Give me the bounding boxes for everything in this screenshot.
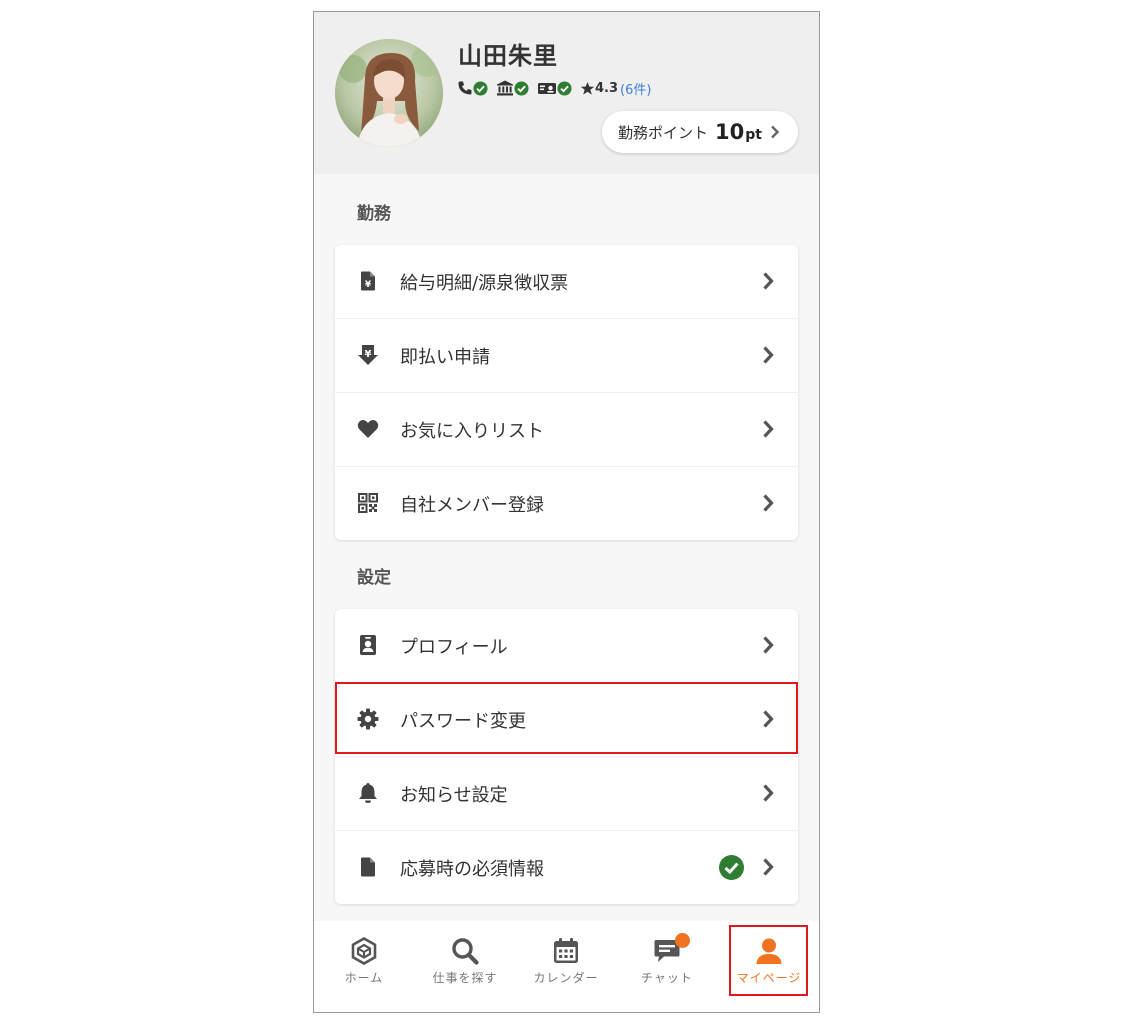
check-circle-icon [514,80,529,96]
chevron-right-icon [762,783,774,807]
tab-my-page[interactable]: マイページ [719,921,819,1012]
points-value: 10 [715,120,745,144]
points-unit: pt [745,126,762,143]
phone-verified-badge [457,80,488,96]
id-card-icon [538,83,556,94]
menu-item-payslip[interactable]: ¥ 給与明細/源泉徴収票 [335,245,798,319]
menu-item-instant-pay[interactable]: ¥ 即払い申請 [335,319,798,393]
verification-badges: 4.3 (6件) [457,78,651,98]
review-count-link[interactable]: (6件) [620,79,651,98]
id-badge-icon [356,633,380,657]
phone-icon [458,81,472,95]
tab-label: ホーム [344,971,384,985]
phone-screen: 山田朱里 4.3 (6件) 勤務ポイント 10 pt 勤務 ¥ 給与明細/源泉徴… [313,11,820,1013]
id-verified-badge [537,80,572,96]
star-icon [580,81,595,95]
menu-item-label: 給与明細/源泉徴収票 [400,272,569,294]
bank-verified-badge [496,80,529,96]
points-label: 勤務ポイント [618,123,709,142]
check-circle-icon [473,80,488,96]
heart-icon [356,417,380,441]
qr-code-icon [356,491,380,515]
settings-menu-card: プロフィール パスワード変更 お知らせ設定 応募時の必須情報 [335,609,798,904]
avatar[interactable] [335,39,443,147]
menu-item-label: 応募時の必須情報 [400,858,544,880]
tab-find-jobs[interactable]: 仕事を探す [415,921,515,1012]
work-menu-card: ¥ 給与明細/源泉徴収票 ¥ 即払い申請 お気に入りリスト 自社メンバー登録 [335,245,798,540]
file-icon [356,855,380,879]
tab-label: マイページ [736,971,802,985]
menu-item-label: お知らせ設定 [400,784,508,806]
tab-label: 仕事を探す [432,971,498,985]
check-circle-icon [719,855,744,884]
rating: 4.3 (6件) [580,79,651,98]
chevron-right-icon [762,345,774,369]
bank-icon [497,80,513,96]
section-title-work: 勤務 [357,204,391,224]
chevron-right-icon [762,709,774,733]
chevron-right-icon [762,419,774,443]
section-title-settings: 設定 [357,568,391,588]
search-icon [451,937,479,969]
chevron-right-icon [762,857,774,881]
home-hexagon-icon [351,937,377,969]
tab-label: チャット [641,971,693,985]
work-points-button[interactable]: 勤務ポイント 10 pt [602,111,798,153]
yen-document-icon: ¥ [356,269,380,293]
menu-item-label: 自社メンバー登録 [400,494,544,516]
chevron-right-icon [762,271,774,295]
yen-download-icon: ¥ [356,343,380,367]
chat-notification-badge [675,933,690,948]
tab-home[interactable]: ホーム [314,921,414,1012]
menu-item-label: お気に入りリスト [400,420,544,442]
menu-item-required-info[interactable]: 応募時の必須情報 [335,831,798,904]
menu-item-change-password[interactable]: パスワード変更 [335,683,798,757]
rating-value: 4.3 [595,80,619,96]
tab-calendar[interactable]: カレンダー [516,921,616,1012]
gear-icon [356,707,380,731]
tab-label: カレンダー [533,971,599,985]
bell-icon [356,781,380,805]
chevron-right-icon [762,635,774,659]
profile-header: 山田朱里 4.3 (6件) 勤務ポイント 10 pt [314,12,819,174]
svg-text:¥: ¥ [365,349,372,360]
menu-item-label: 即払い申請 [400,346,490,368]
check-circle-icon [557,80,572,96]
menu-item-profile[interactable]: プロフィール [335,609,798,683]
user-name: 山田朱里 [458,42,558,70]
svg-text:¥: ¥ [365,280,372,290]
tab-chat[interactable]: チャット [617,921,717,1012]
menu-item-member-registration[interactable]: 自社メンバー登録 [335,467,798,540]
menu-item-label: プロフィール [400,636,508,658]
calendar-icon [552,937,580,969]
chevron-right-icon [762,493,774,517]
user-icon [755,937,783,969]
chevron-right-icon [770,125,780,139]
menu-item-notification-settings[interactable]: お知らせ設定 [335,757,798,831]
menu-item-favorites[interactable]: お気に入りリスト [335,393,798,467]
menu-item-label: パスワード変更 [400,710,526,732]
bottom-tab-bar: ホーム 仕事を探す カレンダー チャット マイページ [314,921,819,1012]
